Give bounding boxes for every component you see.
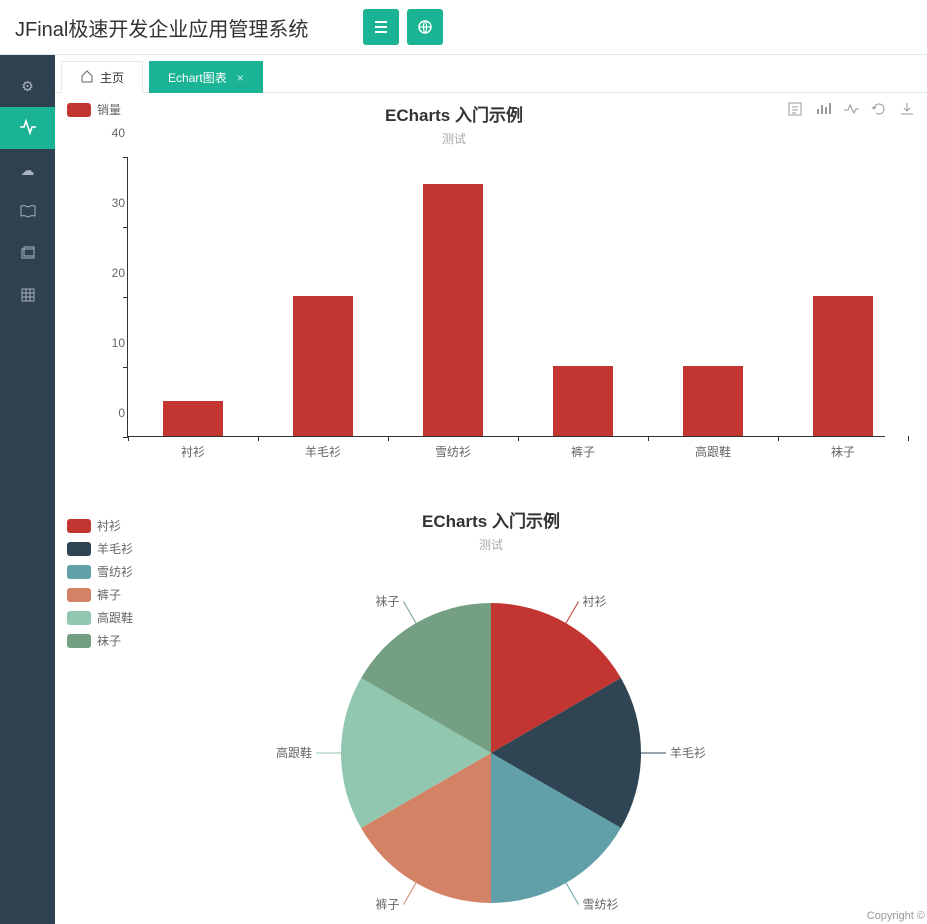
pie-chart-title: ECharts 入门示例 (67, 507, 915, 532)
sidebar-item-settings[interactable]: ⚙ (0, 65, 55, 107)
book-icon (20, 204, 36, 221)
table-icon (21, 288, 35, 305)
gear-icon: ⚙ (21, 78, 34, 95)
sidebar-item-activity[interactable] (0, 107, 55, 149)
pie-label: 羊毛衫 (670, 745, 706, 760)
tab-bar: 主页 Echart图表 × (55, 55, 927, 93)
legend-swatch (67, 565, 91, 579)
x-tick-label: 高跟鞋 (695, 443, 731, 460)
y-tick-label: 30 (112, 196, 125, 210)
pie-legend-item[interactable]: 袜子 (67, 632, 133, 649)
bar[interactable] (553, 366, 613, 436)
window-icon (21, 246, 35, 263)
chart-toolbox (787, 101, 915, 120)
pie-label: 裤子 (375, 898, 399, 912)
pie-legend: 衬衫羊毛衫雪纺衫裤子高跟鞋袜子 (67, 517, 133, 655)
app-title: JFinal极速开发企业应用管理系统 (15, 13, 355, 42)
app-header: JFinal极速开发企业应用管理系统 (0, 0, 927, 55)
pie-legend-item[interactable]: 雪纺衫 (67, 563, 133, 580)
bar-chart-subtitle: 测试 (129, 130, 779, 147)
sidebar-item-window[interactable] (0, 233, 55, 275)
bar-legend[interactable]: 销量 (67, 101, 121, 118)
home-icon (80, 69, 94, 86)
legend-swatch (67, 103, 91, 117)
legend-swatch (67, 542, 91, 556)
bar[interactable] (423, 184, 483, 436)
restore-icon[interactable] (871, 101, 887, 120)
pie-legend-item[interactable]: 衬衫 (67, 517, 133, 534)
legend-swatch (67, 634, 91, 648)
copyright: Copyright © (867, 910, 925, 922)
tab-echart[interactable]: Echart图表 × (149, 61, 263, 93)
tab-home-label: 主页 (100, 69, 124, 86)
legend-swatch (67, 588, 91, 602)
x-tick-label: 雪纺衫 (435, 443, 471, 460)
menu-toggle-button[interactable] (363, 9, 399, 45)
pie-legend-item[interactable]: 裤子 (67, 586, 133, 603)
close-icon[interactable]: × (237, 71, 244, 85)
bar[interactable] (293, 296, 353, 436)
x-tick-label: 羊毛衫 (305, 443, 341, 460)
legend-label: 袜子 (97, 632, 121, 649)
activity-icon (19, 118, 37, 139)
bar[interactable] (683, 366, 743, 436)
legend-label: 衬衫 (97, 517, 121, 534)
x-tick-label: 衬衫 (181, 443, 205, 460)
legend-label: 羊毛衫 (97, 540, 133, 557)
sidebar-item-book[interactable] (0, 191, 55, 233)
tab-home[interactable]: 主页 (61, 61, 143, 93)
pie-legend-item[interactable]: 羊毛衫 (67, 540, 133, 557)
pie-chart: 衬衫羊毛衫雪纺衫 裤子 高跟鞋 袜子 (261, 573, 721, 924)
globe-button[interactable] (407, 9, 443, 45)
legend-label: 裤子 (97, 586, 121, 603)
content-area: 销量 ECharts 入门示例 测试 010203040 衬衫羊毛衫雪纺衫裤子高… (55, 93, 927, 924)
y-tick-label: 0 (118, 406, 125, 420)
pie-label: 雪纺衫 (583, 898, 619, 912)
cloud-icon: ☁ (21, 162, 35, 179)
y-tick-label: 20 (112, 266, 125, 280)
legend-swatch (67, 611, 91, 625)
bar-chart-title: ECharts 入门示例 (129, 101, 779, 126)
data-view-icon[interactable] (787, 101, 803, 120)
pie-legend-item[interactable]: 高跟鞋 (67, 609, 133, 626)
x-tick-label: 裤子 (571, 443, 595, 460)
legend-label: 雪纺衫 (97, 563, 133, 580)
pie-label: 袜子 (375, 594, 399, 608)
bar[interactable] (813, 296, 873, 436)
bar-view-icon[interactable] (815, 101, 831, 120)
pie-label: 衬衫 (583, 594, 607, 608)
legend-label: 高跟鞋 (97, 609, 133, 626)
download-icon[interactable] (899, 101, 915, 120)
pie-label: 高跟鞋 (276, 745, 312, 760)
x-tick-label: 袜子 (831, 443, 855, 460)
y-tick-label: 40 (112, 126, 125, 140)
line-view-icon[interactable] (843, 101, 859, 120)
sidebar-item-table[interactable] (0, 275, 55, 317)
bar-chart: 010203040 衬衫羊毛衫雪纺衫裤子高跟鞋袜子 (127, 157, 885, 467)
y-tick-label: 10 (112, 336, 125, 350)
legend-swatch (67, 519, 91, 533)
sidebar: ⚙ ☁ (0, 55, 55, 924)
sidebar-item-cloud[interactable]: ☁ (0, 149, 55, 191)
pie-chart-section: 衬衫羊毛衫雪纺衫裤子高跟鞋袜子 ECharts 入门示例 测试 衬衫羊毛衫雪纺衫… (67, 507, 915, 924)
pie-chart-subtitle: 测试 (67, 536, 915, 553)
tab-echart-label: Echart图表 (168, 69, 227, 86)
bar[interactable] (163, 401, 223, 436)
